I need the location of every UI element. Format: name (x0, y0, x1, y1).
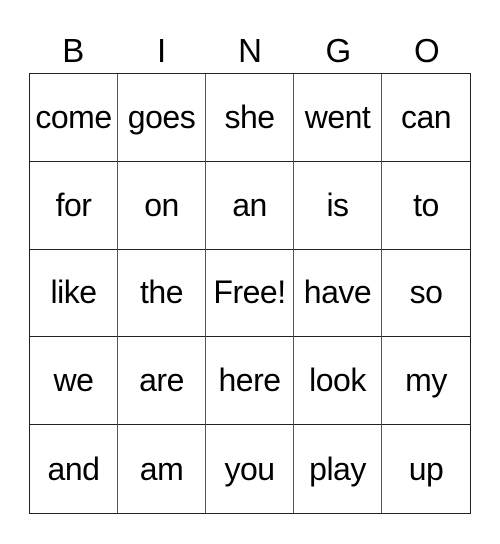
header-letter-g: G (325, 32, 352, 69)
bingo-cell: is (294, 161, 382, 250)
bingo-cell: we (30, 337, 118, 426)
bingo-cell: are (118, 337, 206, 426)
bingo-cell: so (382, 250, 470, 338)
bingo-cell: to (382, 162, 470, 250)
bingo-cell: the (118, 249, 206, 338)
bingo-cell: come (30, 74, 118, 162)
bingo-cell: up (408, 450, 444, 487)
bingo-cell: look (294, 337, 382, 426)
bingo-cell: went (294, 74, 382, 162)
bingo-cell: you (206, 425, 294, 513)
free-space-cell: Free! (206, 249, 294, 338)
header-letter-n: N (238, 32, 262, 69)
header-letter-o: O (413, 32, 440, 69)
bingo-cell: and (30, 425, 118, 513)
bingo-cell: on (118, 161, 206, 250)
bingo-cell: like (30, 249, 118, 338)
bingo-cell: here (206, 337, 294, 426)
bingo-cell: can (382, 74, 470, 162)
bingo-cell: an (206, 161, 294, 250)
header-letter-i: I (157, 32, 167, 69)
bingo-cell: my (382, 337, 470, 426)
header-letter-b: B (62, 32, 85, 69)
bingo-header: B I N G O (29, 30, 471, 72)
bingo-cell: have (294, 249, 382, 338)
bingo-cell: am (118, 425, 206, 513)
bingo-cell: she (206, 74, 294, 162)
bingo-card-grid: come goes she went can for on an is to l… (29, 73, 471, 514)
bingo-cell: for (30, 161, 118, 250)
bingo-cell: goes (118, 74, 206, 162)
bingo-cell: play (294, 425, 382, 513)
